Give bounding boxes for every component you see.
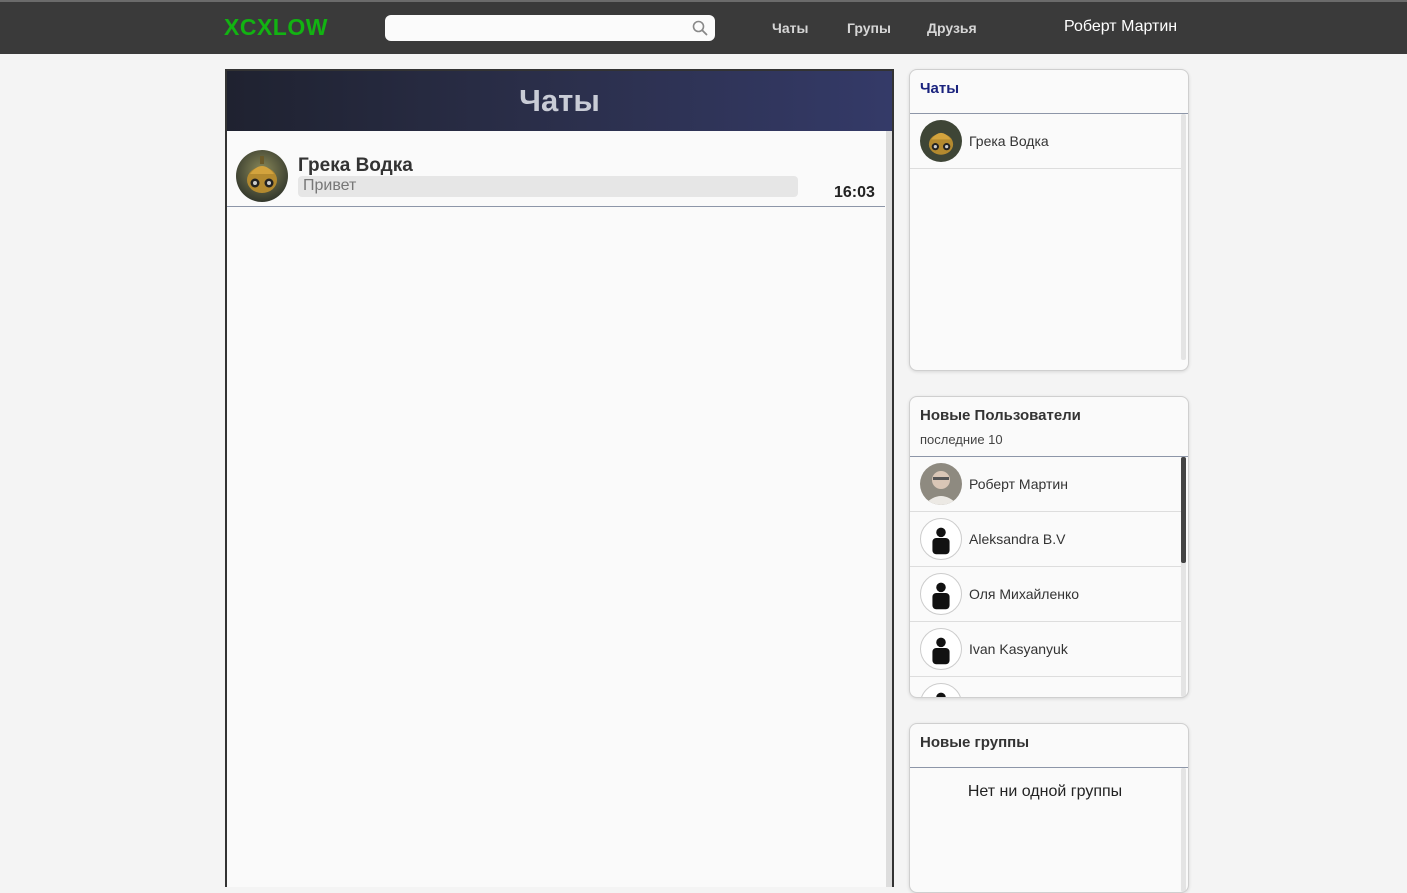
default-user-icon — [936, 692, 946, 697]
chat-contact-name: Грека Водка — [298, 155, 413, 176]
chats-panel-header: Чаты — [227, 71, 892, 131]
no-groups-message: Нет ни одной группы — [967, 783, 1123, 800]
side-chat-item[interactable]: Грека Водка — [910, 114, 1181, 169]
chat-last-message: Привет — [298, 176, 798, 197]
user-name: Оля Михайленко — [969, 586, 1080, 602]
search-input[interactable] — [393, 18, 687, 40]
default-user-icon — [932, 582, 950, 610]
user-name: Aleksandra B.V — [969, 531, 1066, 547]
avatar — [920, 628, 962, 670]
search-box[interactable] — [385, 15, 715, 41]
chat-list-item[interactable]: Грека Водка Привет 16:03 — [227, 131, 885, 207]
new-groups-scrollbar[interactable] — [1181, 768, 1186, 892]
new-users-scroll-thumb[interactable] — [1181, 457, 1186, 563]
user-photo-icon — [920, 463, 962, 505]
side-chat-name: Грека Водка — [969, 133, 1049, 149]
side-chats-scrollbar[interactable] — [1181, 114, 1186, 360]
default-user-icon — [932, 527, 950, 555]
chats-panel-title: Чаты — [519, 83, 600, 118]
avatar — [236, 150, 288, 202]
nav-friends-link[interactable]: Друзья — [927, 20, 977, 36]
new-users-title: Новые Пользователи — [920, 407, 1081, 424]
user-list-item[interactable]: Оля Михайленко — [910, 567, 1181, 622]
new-users-card: Новые Пользователи последние 10 Роберт М… — [909, 396, 1189, 698]
chat-timestamp: 16:03 — [834, 184, 875, 201]
top-navbar: XCXLOW Чаты Групы Друзья Роберт Мартин — [0, 0, 1407, 54]
user-list-item[interactable]: Роберт Мартин — [910, 457, 1181, 512]
avatar — [920, 463, 962, 505]
new-groups-title: Новые группы — [920, 734, 1030, 751]
nav-groups-link[interactable]: Групы — [847, 20, 891, 36]
new-groups-card: Новые группы Нет ни одной группы — [909, 723, 1189, 893]
new-users-subtitle: последние 10 — [920, 432, 1003, 447]
user-list-item[interactable]: Aleksandra B.V — [910, 512, 1181, 567]
chats-scrollbar[interactable] — [886, 131, 892, 887]
avatar — [920, 120, 962, 162]
avatar — [920, 683, 962, 697]
side-chats-title: Чаты — [920, 80, 960, 97]
new-groups-header: Новые группы — [910, 724, 1188, 768]
robot-avatar-icon — [236, 150, 288, 202]
user-name: Ivan Kasyanyuk — [969, 641, 1068, 657]
avatar — [920, 518, 962, 560]
new-users-header: Новые Пользователи последние 10 — [910, 397, 1188, 457]
search-icon[interactable] — [691, 19, 709, 37]
site-logo[interactable]: XCXLOW — [224, 14, 328, 41]
robot-avatar-icon — [920, 120, 962, 162]
nav-chats-link[interactable]: Чаты — [772, 20, 808, 36]
default-user-icon — [932, 637, 950, 665]
user-name: Роберт Мартин — [969, 476, 1068, 492]
current-user-name[interactable]: Роберт Мартин — [1064, 18, 1177, 36]
user-list-item[interactable]: Ivan Kasyanyuk — [910, 622, 1181, 677]
avatar — [920, 573, 962, 615]
side-chats-header: Чаты — [910, 70, 1188, 114]
side-chats-card: Чаты Грека Водка — [909, 69, 1189, 371]
chats-panel: Чаты Грека Водка Привет 16:03 — [225, 69, 894, 887]
user-list-item-partial[interactable] — [910, 677, 1181, 697]
